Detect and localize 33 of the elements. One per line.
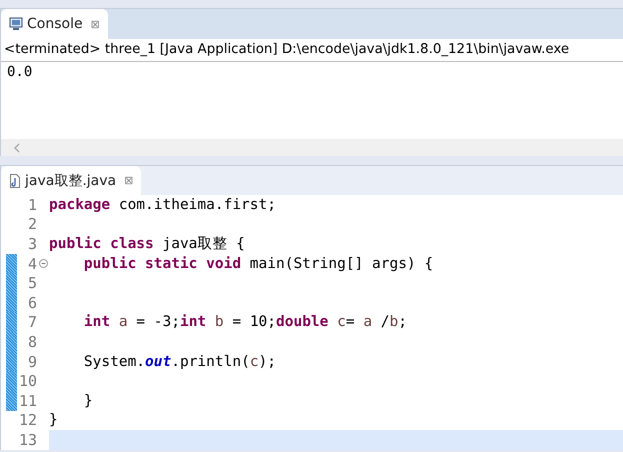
line-number: 3: [26, 234, 37, 253]
code-line: int a = -3;int b = 10;double c= a /b;: [82, 314, 407, 330]
line-number: 2: [26, 215, 37, 234]
close-icon[interactable]: ⊠: [90, 18, 100, 30]
line-number: 13: [18, 430, 37, 449]
code-line: public static void main(String[] args) {: [82, 256, 434, 272]
code-line: package com.itheima.first;: [49, 196, 276, 213]
code-line: System.out.println(c);: [82, 354, 276, 370]
console-output: 0.0: [6, 63, 34, 82]
code-line: public class java取整 {: [49, 235, 245, 254]
line-number: 1: [26, 196, 37, 214]
line-number: 12: [18, 411, 37, 430]
java-file-icon: [9, 174, 21, 188]
console-tab[interactable]: Console ⊠: [1, 9, 108, 39]
collapse-icon[interactable]: [38, 259, 48, 268]
monitor-icon: [9, 17, 23, 31]
line-number: 9: [26, 352, 37, 371]
scroll-left-icon[interactable]: [13, 142, 21, 152]
horizontal-scrollbar[interactable]: [1, 139, 623, 156]
line-number: 10: [18, 372, 37, 390]
line-number: 6: [26, 294, 37, 312]
line-number: 5: [26, 274, 37, 292]
tab-title: Console: [27, 16, 83, 32]
close-icon[interactable]: ⊠: [124, 174, 134, 187]
editor-tab[interactable]: java取整.java ⊠: [1, 166, 142, 195]
tab-title: java取整.java: [25, 172, 116, 190]
line-number: 11: [18, 392, 37, 410]
code-line: }: [82, 392, 93, 409]
line-number: 4: [26, 254, 37, 273]
line-number: 7: [26, 313, 37, 332]
console-header: <terminated> three_1 [Java Application] D:\encode\java\jdk1.8.0_121\bin\javaw.exe: [1, 39, 623, 62]
line-number: 8: [26, 332, 37, 351]
code-line: }: [49, 412, 58, 428]
